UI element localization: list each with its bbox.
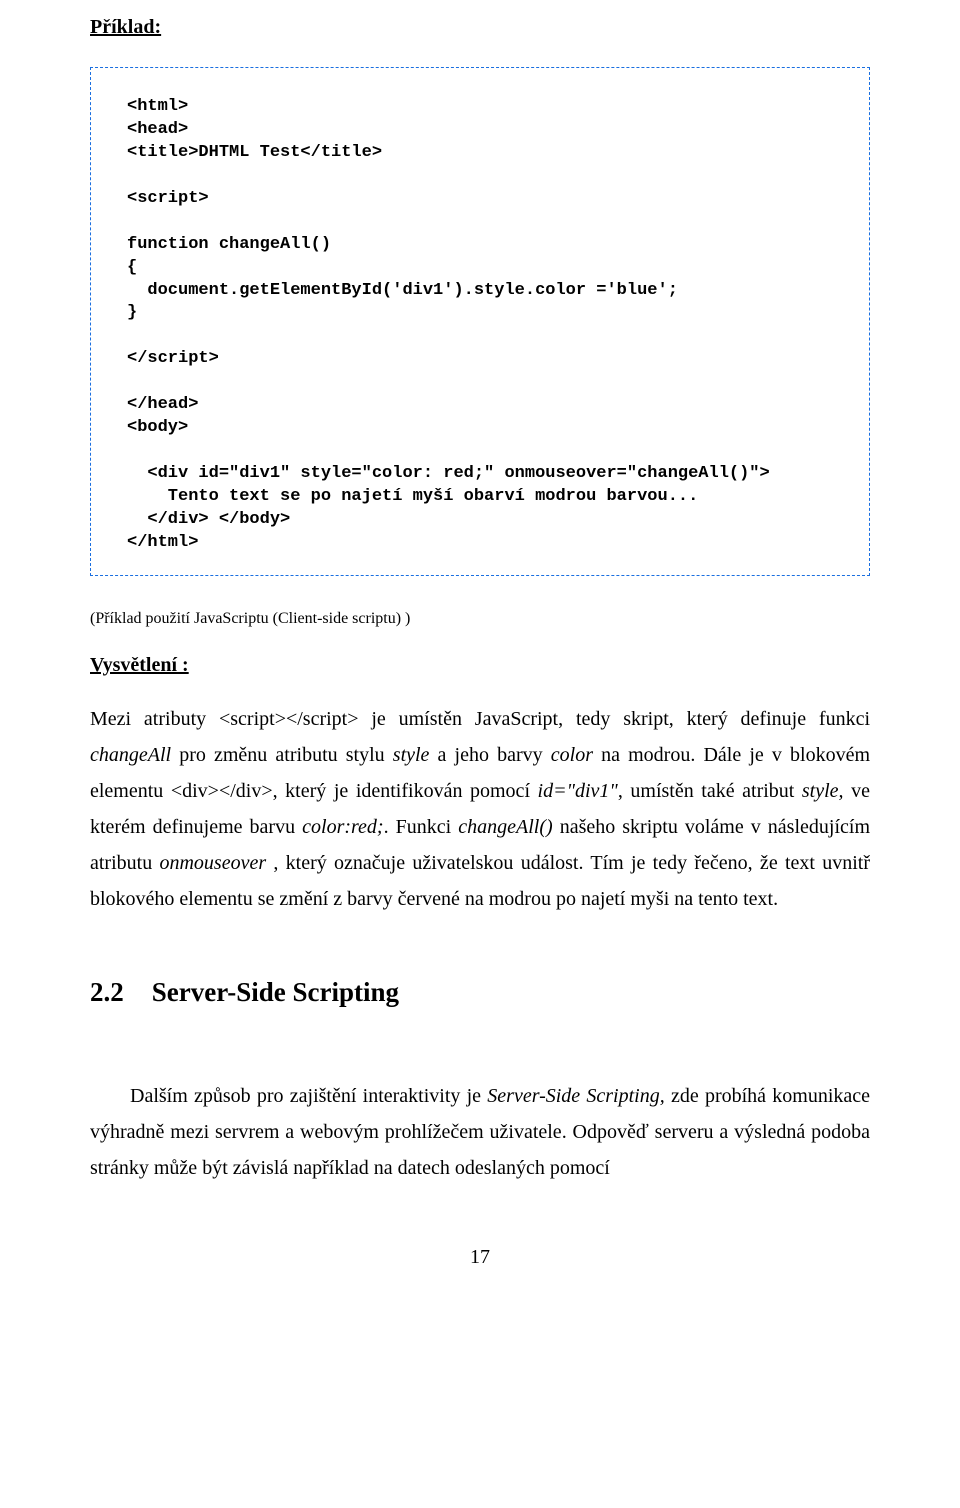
italic-run: onmouseover xyxy=(159,852,266,874)
example-caption: (Příklad použití JavaScriptu (Client-sid… xyxy=(90,610,870,628)
section-heading: 2.2 Server-Side Scripting xyxy=(90,977,870,1008)
code-line: </div> </body> xyxy=(127,510,290,529)
document-page: Příklad: <html> <head> <title>DHTML Test… xyxy=(0,0,960,1309)
code-line: </html> xyxy=(127,533,198,552)
code-line: <body> xyxy=(127,418,188,437)
italic-run: style xyxy=(393,744,430,766)
code-example-box: <html> <head> <title>DHTML Test</title> … xyxy=(90,67,870,576)
code-line: <html> xyxy=(127,97,188,116)
section-paragraph: Dalším způsob pro zajištění interaktivit… xyxy=(90,1078,870,1186)
section-number: 2.2 xyxy=(90,977,124,1008)
code-line: <script> xyxy=(127,189,209,208)
code-line: <head> xyxy=(127,120,188,139)
italic-run: color xyxy=(551,744,593,766)
text-run: pro změnu atributu stylu xyxy=(171,744,393,766)
code-line: </head> xyxy=(127,395,198,414)
code-line: </script> xyxy=(127,349,219,368)
text-run: Mezi atributy <script></script> je umíst… xyxy=(90,708,870,730)
text-run: a jeho barvy xyxy=(429,744,550,766)
example-heading: Příklad: xyxy=(90,16,870,39)
italic-run: id="div1" xyxy=(538,780,618,802)
italic-run: color:red; xyxy=(302,816,383,838)
text-run: , umístěn také atribut xyxy=(618,780,802,802)
italic-run: Server-Side Scripting, xyxy=(487,1085,664,1107)
italic-run: changeAll() xyxy=(458,816,552,838)
text-run: . Funkci xyxy=(384,816,459,838)
explanation-paragraph: Mezi atributy <script></script> je umíst… xyxy=(90,701,870,917)
code-line: <div id="div1" style="color: red;" onmou… xyxy=(127,464,770,483)
code-line: document.getElementById('div1').style.co… xyxy=(127,281,678,300)
code-line: function changeAll() xyxy=(127,235,331,254)
italic-run: style, xyxy=(802,780,844,802)
code-line: Tento text se po najetí myší obarví modr… xyxy=(127,487,698,506)
italic-run: changeAll xyxy=(90,744,171,766)
code-line: { xyxy=(127,258,137,277)
page-number: 17 xyxy=(90,1246,870,1269)
explanation-heading: Vysvětlení : xyxy=(90,654,870,677)
code-line: } xyxy=(127,303,137,322)
code-line: <title>DHTML Test</title> xyxy=(127,143,382,162)
section-title-text: Server-Side Scripting xyxy=(152,977,399,1007)
text-run: Dalším způsob pro zajištění interaktivit… xyxy=(130,1085,487,1107)
